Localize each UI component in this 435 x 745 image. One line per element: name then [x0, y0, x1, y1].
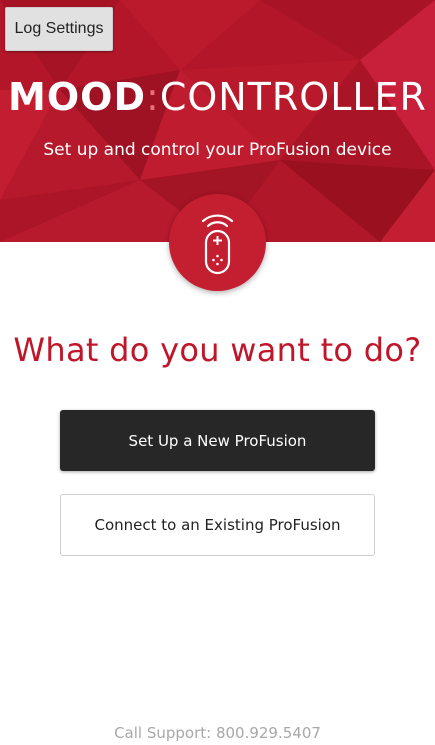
app-title: MOOD:CONTROLLER	[0, 74, 435, 120]
app-title-bold: MOOD	[8, 75, 146, 119]
app-title-separator: :	[146, 75, 160, 119]
setup-new-device-button[interactable]: Set Up a New ProFusion	[60, 410, 375, 471]
remote-control-icon	[201, 214, 234, 275]
support-phone-text: Call Support: 800.929.5407	[114, 724, 321, 742]
log-settings-button[interactable]: Log Settings	[5, 7, 113, 51]
remote-badge	[169, 194, 266, 291]
app-subtitle: Set up and control your ProFusion device	[43, 140, 392, 160]
connect-existing-device-button[interactable]: Connect to an Existing ProFusion	[60, 494, 375, 556]
app-title-light: CONTROLLER	[159, 75, 427, 119]
question-heading: What do you want to do?	[13, 331, 422, 369]
